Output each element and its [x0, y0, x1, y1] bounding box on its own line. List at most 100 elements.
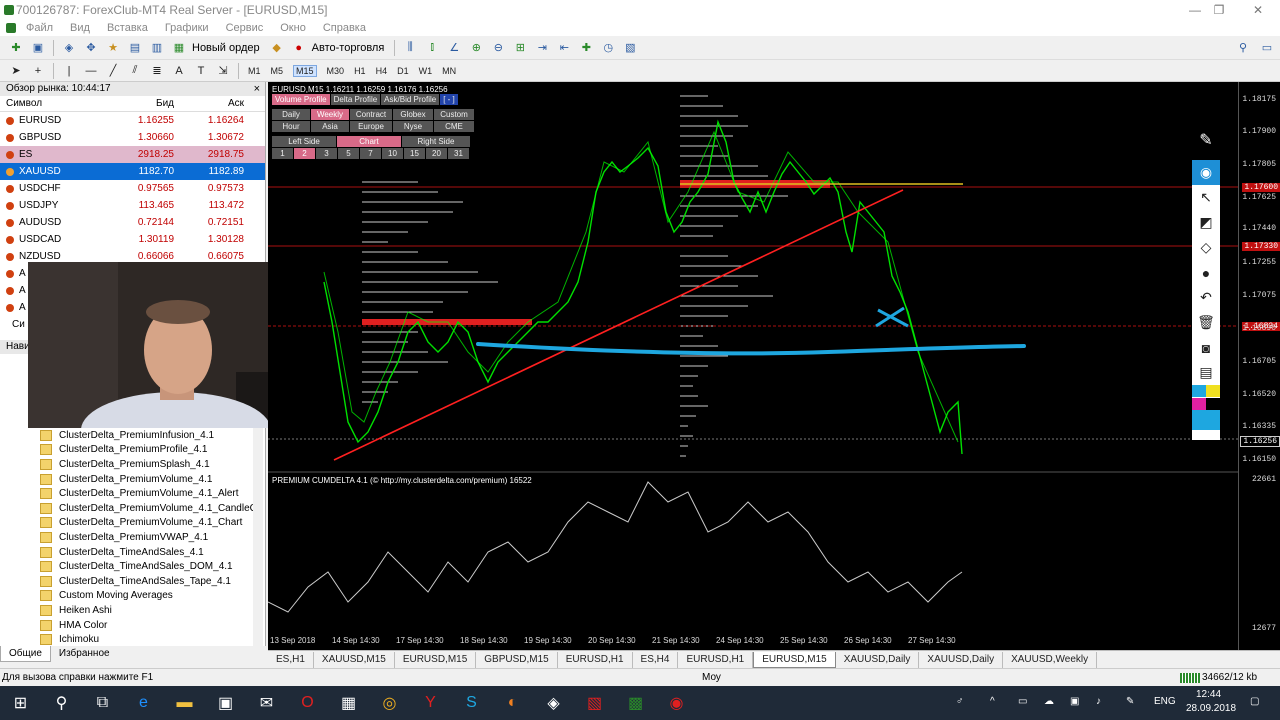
- metaeditor-icon[interactable]: ◆: [269, 40, 285, 56]
- nav-item[interactable]: ClusterDelta_PremiumProfile_4.1: [40, 443, 207, 458]
- range-2-button[interactable]: 2: [294, 148, 315, 159]
- store-icon[interactable]: ▣: [205, 686, 246, 720]
- range-3-button[interactable]: 3: [316, 148, 337, 159]
- channel-icon[interactable]: ⫽: [127, 63, 143, 79]
- column-symbol[interactable]: Символ: [0, 96, 108, 111]
- chart-tab[interactable]: XAUUSD,Daily: [836, 651, 920, 668]
- contract-button[interactable]: Contract: [350, 109, 392, 120]
- network-icon[interactable]: ▣: [1070, 696, 1079, 707]
- left-side-button[interactable]: Left Side: [272, 136, 336, 147]
- data-window-icon[interactable]: ✥: [83, 40, 99, 56]
- nav-item[interactable]: ClusterDelta_PremiumSplash_4.1: [40, 457, 210, 472]
- metatrader-icon[interactable]: ▧: [574, 686, 615, 720]
- range-7-button[interactable]: 7: [360, 148, 381, 159]
- mail-icon[interactable]: ✉: [246, 686, 287, 720]
- menu-window[interactable]: Окно: [280, 22, 306, 34]
- zoom-in-icon[interactable]: ⊕: [468, 40, 484, 56]
- timeframe-mn[interactable]: MN: [442, 66, 456, 76]
- market-row[interactable]: AUDUSD 0.72144 0.72151: [0, 214, 265, 231]
- close-icon[interactable]: ×: [254, 82, 260, 96]
- chart-tab[interactable]: GBPUSD,M15: [476, 651, 558, 668]
- language-indicator[interactable]: ENG: [1154, 696, 1176, 707]
- crosshair-icon[interactable]: +: [30, 63, 46, 79]
- chart-tab[interactable]: ES,H4: [633, 651, 679, 668]
- market-row[interactable]: USDCHF 0.97565 0.97573: [0, 180, 265, 197]
- periods-icon[interactable]: ◷: [600, 40, 616, 56]
- chart-shift-icon[interactable]: ⇤: [556, 40, 572, 56]
- pen-tray-icon[interactable]: ✎: [1126, 696, 1134, 707]
- weekly-button[interactable]: Weekly: [311, 109, 349, 120]
- navigator-scrollbar[interactable]: [253, 428, 263, 646]
- market-row[interactable]: ES 2918.25 2918.75: [0, 146, 265, 163]
- windows-start-icon[interactable]: ⊞: [0, 686, 41, 720]
- range-10-button[interactable]: 10: [382, 148, 403, 159]
- highlighter-icon[interactable]: ◩: [1192, 210, 1220, 235]
- chart-tab[interactable]: XAUUSD,Daily: [919, 651, 1004, 668]
- edge-icon[interactable]: e: [123, 686, 164, 720]
- range-15-button[interactable]: 15: [404, 148, 425, 159]
- tab-favorites[interactable]: Избранное: [51, 646, 118, 662]
- eye-icon[interactable]: ◉: [1192, 160, 1220, 185]
- clock-date[interactable]: 28.09.2018: [1186, 703, 1236, 714]
- timeframe-m30[interactable]: M30: [327, 66, 345, 76]
- search-icon[interactable]: ⚲: [41, 686, 82, 720]
- market-row[interactable]: EURUSD 1.16255 1.16264: [0, 112, 265, 129]
- nav-item[interactable]: ClusterDelta_PremiumVolume_4.1_CandleC: [40, 501, 257, 516]
- opera-icon[interactable]: O: [287, 686, 328, 720]
- camera-icon[interactable]: ◙: [1192, 335, 1220, 360]
- chrome-icon[interactable]: ◎: [369, 686, 410, 720]
- terminal-app-icon[interactable]: ▩: [615, 686, 656, 720]
- notifications-icon[interactable]: ▢: [1250, 696, 1259, 707]
- right-side-button[interactable]: Right Side: [402, 136, 470, 147]
- nyse-button[interactable]: Nyse: [393, 121, 433, 132]
- bar-chart-icon[interactable]: ⫼: [402, 40, 418, 56]
- chart-button[interactable]: Chart: [337, 136, 401, 147]
- cme-button[interactable]: CME: [434, 121, 474, 132]
- daily-button[interactable]: Daily: [272, 109, 310, 120]
- chart-tab[interactable]: ES,H1: [268, 651, 314, 668]
- range-20-button[interactable]: 20: [426, 148, 447, 159]
- volume-icon[interactable]: ♪: [1096, 696, 1101, 707]
- nav-item[interactable]: ClusterDelta_PremiumVolume_4.1_Alert: [40, 486, 239, 501]
- pen-icon[interactable]: ✎: [1196, 130, 1216, 154]
- timeframe-m1[interactable]: M1: [248, 66, 261, 76]
- custom-button[interactable]: Custom: [434, 109, 474, 120]
- globex-button[interactable]: Globex: [393, 109, 433, 120]
- tile-windows-icon[interactable]: ⊞: [512, 40, 528, 56]
- market-row[interactable]: USDCAD 1.30119 1.30128: [0, 231, 265, 248]
- horizontal-line-icon[interactable]: —: [83, 63, 99, 79]
- tab-common[interactable]: Общие: [0, 646, 51, 662]
- active-color[interactable]: [1192, 410, 1220, 430]
- tray-expand-icon[interactable]: ^: [990, 696, 995, 707]
- cursor-icon[interactable]: ↖: [1192, 185, 1220, 210]
- maps-icon[interactable]: ◈: [533, 686, 574, 720]
- app-icon[interactable]: ◐: [492, 686, 533, 720]
- timeframe-m5[interactable]: M5: [271, 66, 284, 76]
- color-palette[interactable]: [1192, 385, 1220, 410]
- color-swatch[interactable]: [1206, 385, 1220, 397]
- auto-trading-icon[interactable]: ●: [291, 40, 307, 56]
- line-chart-icon[interactable]: ∠: [446, 40, 462, 56]
- candlestick-icon[interactable]: ⫾: [424, 40, 440, 56]
- nav-item[interactable]: ClusterDelta_TimeAndSales_DOM_4.1: [40, 559, 233, 574]
- market-row[interactable]: GBPUSD 1.30660 1.30672: [0, 129, 265, 146]
- menu-help[interactable]: Справка: [323, 22, 366, 34]
- collapse-button[interactable]: [ - ]: [440, 94, 458, 105]
- menu-view[interactable]: Вид: [70, 22, 90, 34]
- chart-tab[interactable]: XAUUSD,Weekly: [1003, 651, 1098, 668]
- skype-icon[interactable]: S: [451, 686, 492, 720]
- fibonacci-icon[interactable]: ≣: [149, 63, 165, 79]
- nav-item[interactable]: ClusterDelta_PremiumVolume_4.1: [40, 472, 212, 487]
- range-1-button[interactable]: 1: [272, 148, 293, 159]
- vertical-line-icon[interactable]: |: [61, 63, 77, 79]
- timeframe-w1[interactable]: W1: [419, 66, 433, 76]
- new-order-button[interactable]: Новый ордер: [192, 42, 260, 54]
- nav-item[interactable]: ClusterDelta_PremiumVWAP_4.1: [40, 530, 208, 545]
- timeframe-h1[interactable]: H1: [354, 66, 366, 76]
- trash-icon[interactable]: 🗑: [1192, 310, 1220, 335]
- task-view-icon[interactable]: ⧉: [82, 686, 123, 720]
- column-bid[interactable]: Бид: [108, 96, 178, 111]
- cursor-icon[interactable]: ➤: [8, 63, 24, 79]
- people-icon[interactable]: ♂: [956, 696, 964, 707]
- new-chart-icon[interactable]: ✚: [8, 40, 24, 56]
